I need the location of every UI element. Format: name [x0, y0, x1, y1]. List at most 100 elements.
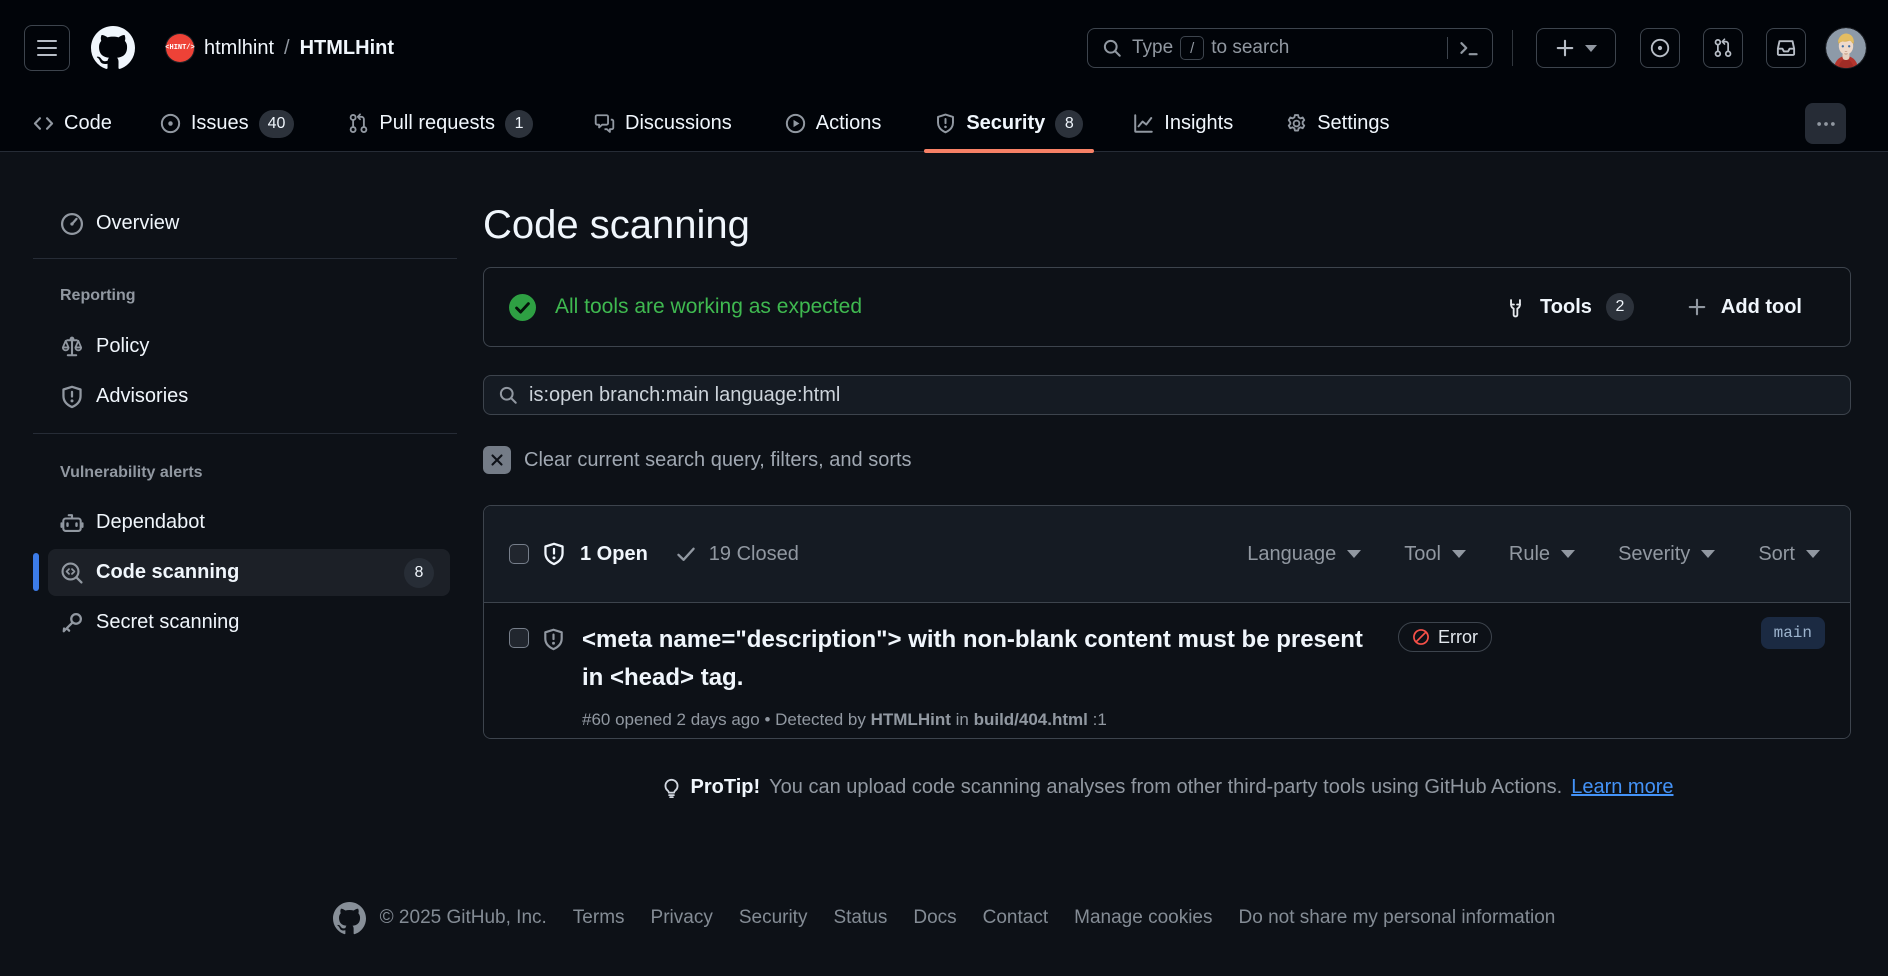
shield-exclamation-icon — [60, 385, 84, 409]
alert-meta-bullet: • — [764, 710, 770, 729]
sidebar-item-dependabot[interactable]: Dependabot — [48, 499, 450, 546]
key-icon — [60, 611, 84, 635]
sort-dropdown[interactable]: Sort — [1758, 543, 1820, 566]
sidebar-item-overview[interactable]: Overview — [48, 200, 450, 247]
sidebar-item-secret-scanning[interactable]: Secret scanning — [48, 599, 450, 646]
protip-learn-more-link[interactable]: Learn more — [1571, 776, 1673, 799]
code-scanning-counter: 8 — [404, 558, 434, 588]
page-title: Code scanning — [483, 200, 1851, 250]
tools-button[interactable]: Tools 2 — [1505, 293, 1634, 321]
footer-copyright: © 2025 GitHub, Inc. — [380, 907, 547, 929]
protip: ProTip! You can upload code scanning ana… — [483, 776, 1851, 799]
plus-icon — [1555, 38, 1575, 58]
alert-checkbox[interactable] — [509, 628, 529, 648]
tools-icon — [1505, 297, 1526, 318]
language-filter-dropdown[interactable]: Language — [1247, 543, 1361, 566]
sidebar-item-code-scanning[interactable]: Code scanning 8 — [48, 549, 450, 596]
open-alerts-filter[interactable]: 1 Open — [580, 543, 648, 566]
shield-icon — [935, 113, 956, 134]
dropdown-label: Severity — [1618, 543, 1690, 566]
git-pull-request-icon — [348, 113, 369, 134]
codescan-icon — [60, 561, 84, 585]
add-tool-label: Add tool — [1721, 296, 1802, 319]
notifications-inbox-button[interactable] — [1766, 28, 1806, 68]
tab-actions[interactable]: Actions — [774, 96, 893, 151]
global-search-input[interactable]: Type / to search — [1087, 28, 1493, 68]
search-divider — [1447, 37, 1448, 59]
clear-filters-button[interactable]: Clear current search query, filters, and… — [483, 446, 1851, 474]
sidebar-divider — [33, 258, 457, 259]
alert-meta-tool: HTMLHint — [871, 710, 951, 729]
tab-label: Security — [966, 112, 1045, 135]
issue-opened-icon — [160, 113, 181, 134]
footer-link-contact[interactable]: Contact — [983, 907, 1048, 929]
closed-alerts-filter[interactable]: 19 Closed — [709, 543, 799, 566]
footer-link-status[interactable]: Status — [833, 907, 887, 929]
tab-issues[interactable]: Issues 40 — [149, 96, 306, 151]
chevron-down-icon — [1585, 45, 1597, 52]
dependabot-icon — [60, 511, 84, 535]
sidebar-item-advisories[interactable]: Advisories — [48, 373, 450, 420]
check-icon — [675, 543, 697, 565]
alert-row[interactable]: <meta name="description"> with non-blank… — [484, 603, 1850, 738]
alert-meta-in: in — [956, 710, 969, 729]
sidebar-item-label: Overview — [96, 212, 434, 235]
footer-link-manage-cookies[interactable]: Manage cookies — [1074, 907, 1212, 929]
alert-meta-file: build/404.html — [974, 710, 1088, 729]
org-avatar[interactable]: <HINT/> — [166, 34, 194, 62]
footer-link-do-not-share[interactable]: Do not share my personal information — [1239, 907, 1556, 929]
footer-link-docs[interactable]: Docs — [913, 907, 956, 929]
rule-filter-dropdown[interactable]: Rule — [1509, 543, 1575, 566]
pull-requests-counter: 1 — [505, 110, 533, 138]
repo-nav: Code Issues 40 Pull requests 1 Discussio… — [0, 96, 1888, 152]
global-issues-button[interactable] — [1640, 28, 1680, 68]
shield-exclamation-icon — [542, 542, 566, 566]
tab-security[interactable]: Security 8 — [924, 96, 1094, 151]
footer-link-security[interactable]: Security — [739, 907, 808, 929]
command-palette-icon[interactable] — [1458, 37, 1480, 59]
breadcrumb-org[interactable]: htmlhint — [204, 37, 274, 60]
nav-overflow-button[interactable] — [1805, 103, 1846, 144]
dropdown-label: Tool — [1404, 543, 1441, 566]
breadcrumb-repo[interactable]: HTMLHint — [300, 37, 394, 60]
tab-settings[interactable]: Settings — [1275, 96, 1400, 151]
alerts-list-header: 1 Open 19 Closed Language Tool Rule Se — [484, 506, 1850, 603]
add-tool-button[interactable]: Add tool — [1687, 296, 1802, 319]
tab-label: Settings — [1317, 112, 1389, 135]
severity-filter-dropdown[interactable]: Severity — [1618, 543, 1715, 566]
tab-code[interactable]: Code — [22, 96, 123, 151]
footer-link-privacy[interactable]: Privacy — [651, 907, 713, 929]
check-circle-fill-icon — [509, 294, 536, 321]
issue-opened-icon — [1650, 38, 1670, 58]
tab-pull-requests[interactable]: Pull requests 1 — [337, 96, 544, 151]
severity-label: Error — [1438, 627, 1478, 648]
tab-insights[interactable]: Insights — [1122, 96, 1244, 151]
protip-label: ProTip! — [691, 776, 761, 799]
circle-slash-icon — [1412, 628, 1430, 646]
sidebar-item-label: Dependabot — [96, 511, 434, 534]
github-logo-icon[interactable] — [91, 26, 135, 70]
branch-badge[interactable]: main — [1761, 617, 1825, 649]
footer-link-terms[interactable]: Terms — [573, 907, 625, 929]
sidebar-item-policy[interactable]: Policy — [48, 323, 450, 370]
severity-badge: Error — [1398, 622, 1492, 652]
github-mark-icon — [333, 902, 366, 935]
user-avatar-image — [1826, 28, 1866, 68]
hamburger-menu-button[interactable] — [24, 25, 70, 71]
tool-filter-dropdown[interactable]: Tool — [1404, 543, 1466, 566]
protip-text: You can upload code scanning analyses fr… — [769, 776, 1562, 799]
tab-label: Code — [64, 112, 112, 135]
select-all-checkbox[interactable] — [509, 544, 529, 564]
alert-body: <meta name="description"> with non-blank… — [582, 628, 1825, 738]
user-avatar[interactable] — [1826, 28, 1866, 68]
security-counter: 8 — [1055, 110, 1083, 138]
alert-meta-detected: Detected by — [775, 710, 866, 729]
topbar-divider — [1512, 30, 1513, 66]
tab-discussions[interactable]: Discussions — [583, 96, 743, 151]
global-pull-requests-button[interactable] — [1703, 28, 1743, 68]
sidebar-item-label: Policy — [96, 335, 434, 358]
create-new-button[interactable] — [1536, 28, 1616, 68]
breadcrumb: htmlhint / HTMLHint — [204, 0, 394, 96]
alert-title-link[interactable]: <meta name="description"> with non-blank… — [582, 621, 1382, 697]
alert-filter-input[interactable]: is:open branch:main language:html — [483, 375, 1851, 415]
